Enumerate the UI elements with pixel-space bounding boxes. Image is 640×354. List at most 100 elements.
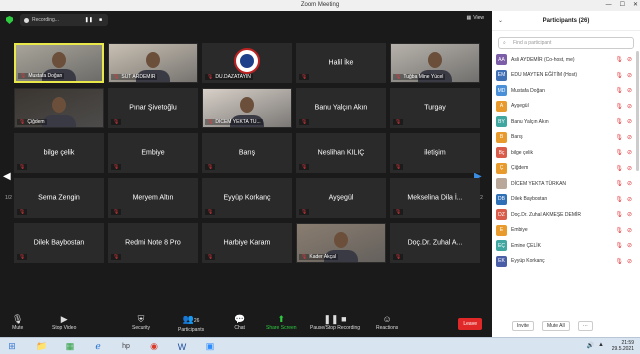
minimize-button[interactable]: — [606,0,612,11]
video-tile[interactable]: Neslihan KILIÇ 🎙 [296,133,386,173]
share-screen-button[interactable]: ⬆ Share Screen [266,314,297,331]
muted-microphone-icon: 🎙 [113,74,120,80]
tile-caption: 🎙 Tuğba Mine Yücel [393,74,446,80]
mute-all-button[interactable]: Mute All [541,321,570,331]
muted-microphone-icon: 🎙 [207,74,214,80]
stop-recording-icon[interactable]: ■ [99,17,102,23]
network-icon[interactable]: ▲ [598,342,604,349]
security-button[interactable]: ⛨ Security [132,314,150,331]
participant-row[interactable]: B Barış 🎙 ⊘ [496,130,636,146]
video-tile[interactable]: Embiye 🎙 [108,133,198,173]
muted-microphone-icon: 🎙 [615,227,623,234]
system-clock[interactable]: 21:59 29.5.2021 [612,340,634,352]
video-tile[interactable]: Harbiye Karam 🎙 [202,223,292,263]
panel-header: ⌄ Participants (26) [492,11,640,31]
participant-row[interactable]: Bç bilge çelik 🎙 ⊘ [496,145,636,161]
video-tile[interactable]: iletişim 🎙 [390,133,480,173]
video-tile[interactable]: 🎙 Çiğdem [14,88,104,128]
start-button-icon[interactable]: ⊞ [0,339,24,354]
video-tile[interactable]: Ayşegül 🎙 [296,178,386,218]
leave-button[interactable]: Leave [458,318,482,330]
participant-row[interactable]: BY Banu Yalçın Akın 🎙 ⊘ [496,114,636,130]
video-tile[interactable]: 🎙 DU.DAZATAYIN [202,43,292,83]
participant-row[interactable]: AA Asli AYDEMİR (Co-host, me) 🎙 ⊘ [496,52,636,68]
avatar: Ç [496,162,507,174]
view-button[interactable]: ▦ View [467,15,484,21]
video-tile[interactable]: 🎙 DİCEM YEKTA TÜ... [202,88,292,128]
video-tile[interactable]: Eyyüp Korkanç 🎙 [202,178,292,218]
participant-row[interactable]: EÇ Emine ÇELİK 🎙 ⊘ [496,238,636,254]
tile-caption: 🎙 [205,164,216,170]
video-off-icon: ⊘ [626,103,632,110]
internet-explorer-icon[interactable]: ℯ [86,339,110,354]
tile-caption: 🎙 [17,254,28,260]
muted-microphone-icon: 🎙 [20,73,27,79]
participant-row[interactable]: Ç Çiğdem 🎙 ⊘ [496,161,636,177]
participant-row[interactable]: EM EDU MAYTEN EĞİTİM (Host) 🎙 ⊘ [496,68,636,84]
muted-microphone-icon: 🎙 [395,254,402,260]
participant-row[interactable]: E Embiye 🎙 ⊘ [496,223,636,239]
file-explorer-icon[interactable]: 📁 [30,339,54,354]
speaker-icon[interactable]: 🔊 [587,342,594,349]
tile-caption: 🎙 Kader Akçal [299,254,339,260]
maximize-button[interactable]: ☐ [620,0,625,11]
video-tile[interactable]: 🎙 Tuğba Mine Yücel [390,43,480,83]
tile-caption: 🎙 [17,164,28,170]
avatar: B [496,131,507,143]
muted-microphone-icon: 🎙 [207,254,214,260]
participants-button[interactable]: 👥26 Participants [178,314,204,333]
participant-name: Embiye [141,149,165,157]
video-off-icon: ⊘ [626,119,632,126]
tile-caption: 🎙 [299,74,310,80]
chrome-icon[interactable]: ◉ [142,339,166,354]
video-tile[interactable]: Mekselina Dila İ... 🎙 [390,178,480,218]
tile-caption: 🎙 SUT ARDEMİR [111,74,158,80]
reactions-button[interactable]: ☺ Reactions [376,314,398,331]
video-tile[interactable]: Dilek Baybostan 🎙 [14,223,104,263]
previous-page-arrow-icon[interactable]: ◀ [3,171,11,182]
tile-caption: 🎙 Çiğdem [17,119,47,125]
participant-row[interactable]: EK Eyyüp Korkanç 🎙 ⊘ [496,254,636,270]
word-icon[interactable]: W [170,339,194,354]
muted-microphone-icon: 🎙 [615,150,623,157]
participant-row[interactable]: DB Dilek Baybostan 🎙 ⊘ [496,192,636,208]
muted-microphone-icon: 🎙 [615,181,623,188]
muted-microphone-icon: 🎙 [113,119,120,125]
participant-row[interactable]: DİCEM YEKTA TÜRKAN 🎙 ⊘ [496,176,636,192]
avatar: EM [496,69,507,81]
video-tile[interactable]: Sema Zengin 🎙 [14,178,104,218]
zoom-icon[interactable]: ▣ [198,339,222,354]
video-tile[interactable]: Barış 🎙 [202,133,292,173]
participant-row[interactable]: A Ayşegül 🎙 ⊘ [496,99,636,115]
excel-icon[interactable]: ▦ [58,339,82,354]
caption-name: Tuğba Mine Yücel [403,74,444,80]
more-options-button[interactable]: ··· [577,321,593,331]
video-tile[interactable]: Pınar Şivetoğlu 🎙 [108,88,198,128]
tile-caption: 🎙 [299,164,310,170]
video-tile[interactable]: Banu Yalçın Akın 🎙 [296,88,386,128]
chat-button[interactable]: 💬 Chat [234,314,245,331]
pause-recording-button[interactable]: ❚❚ ■ Pause/Stop Recording [310,314,360,331]
pause-recording-icon[interactable]: ❚❚ [85,17,93,23]
video-tile[interactable]: Turgay 🎙 [390,88,480,128]
collapse-chevron-icon[interactable]: ⌄ [498,11,503,31]
video-tile[interactable]: 🎙 SUT ARDEMİR [108,43,198,83]
video-tile[interactable]: Doç.Dr. Zuhal A... 🎙 [390,223,480,263]
hp-icon[interactable]: hp [114,339,138,354]
invite-button[interactable]: Invite [512,321,534,331]
close-button[interactable]: ✕ [633,0,638,11]
mute-button[interactable]: 🎙 Mute [12,314,23,331]
video-tile[interactable]: 🎙 Kader Akçal [296,223,386,263]
participant-name: Barış [238,149,256,157]
stop-video-button[interactable]: ▶ Stop Video [52,314,76,331]
video-tile[interactable]: 🎙 Mustafa Doğan [14,43,104,83]
participant-list-scrollbar[interactable] [636,51,639,171]
participant-row[interactable]: MD Mustafa Doğan 🎙 ⊘ [496,83,636,99]
shield-icon[interactable] [6,16,13,24]
video-tile[interactable]: Meryem Altın 🎙 [108,178,198,218]
participant-search-input[interactable]: ⌕ Find a participant [498,37,634,49]
video-tile[interactable]: Halil İke 🎙 [296,43,386,83]
participant-row[interactable]: DZ Doç.Dr. Zuhal AKMEŞE DEMİR 🎙 ⊘ [496,207,636,223]
video-tile[interactable]: Redmi Note 8 Pro 🎙 [108,223,198,263]
video-tile[interactable]: bilge çelik 🎙 [14,133,104,173]
